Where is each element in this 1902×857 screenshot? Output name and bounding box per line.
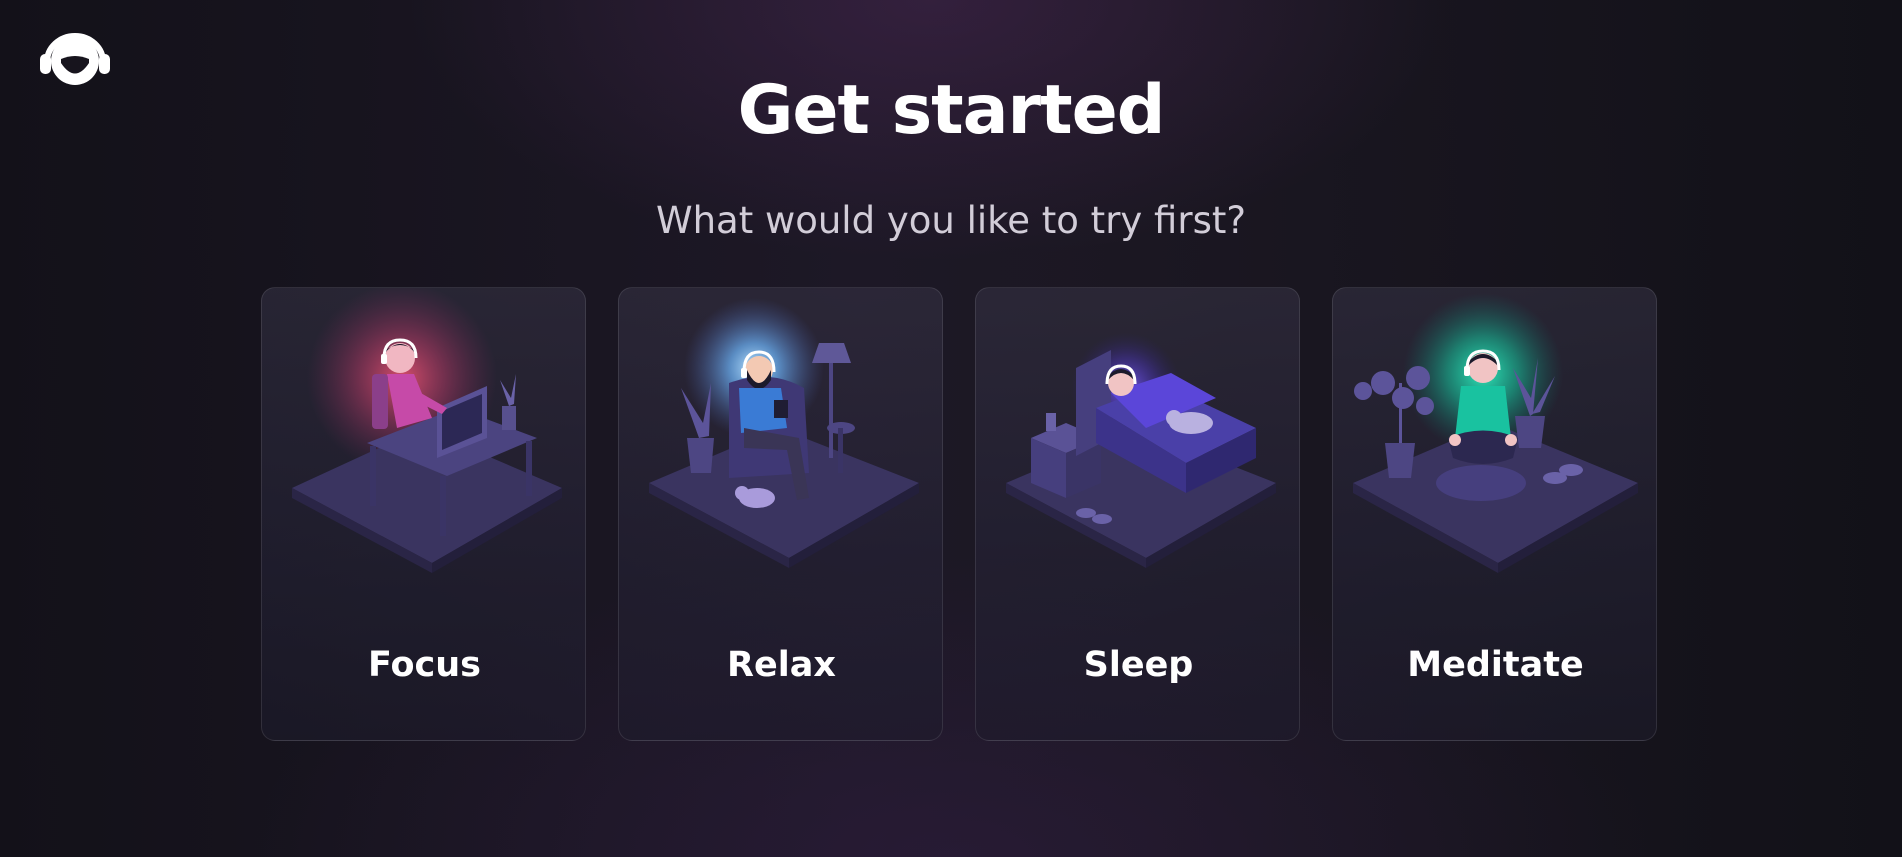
bed-sleep-illustration: [1006, 333, 1276, 568]
sleep-label: Sleep: [1083, 645, 1194, 685]
meditation-illustration: [1353, 293, 1638, 573]
page-subtitle: What would you like to try first?: [655, 199, 1246, 242]
option-cards: Focus Relax Sleep Meditate: [261, 287, 1658, 743]
desk-workspace-illustration: [292, 288, 562, 573]
focus-option-card[interactable]: Focus: [261, 287, 586, 741]
meditate-label: Meditate: [1407, 645, 1584, 685]
focus-label: Focus: [367, 645, 482, 685]
page-title: Get started: [737, 71, 1166, 150]
meditate-option-card[interactable]: Meditate: [1332, 287, 1657, 741]
relax-label: Relax: [727, 645, 836, 685]
sleep-option-card[interactable]: Sleep: [975, 287, 1300, 741]
relax-option-card[interactable]: Relax: [618, 287, 943, 741]
armchair-relax-illustration: [649, 298, 919, 568]
